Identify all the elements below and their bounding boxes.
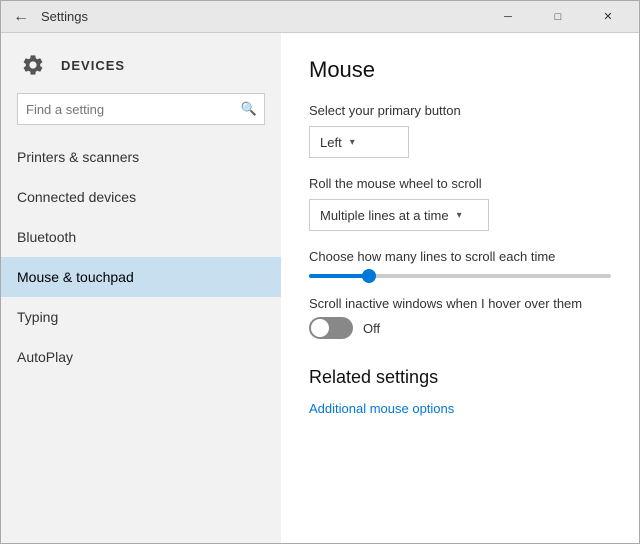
sidebar-header: DEVICES: [1, 33, 281, 93]
content-area: Mouse Select your primary button Left ▾ …: [281, 33, 639, 543]
primary-button-dropdown[interactable]: Left ▾: [309, 126, 409, 158]
search-container: 🔍: [17, 93, 265, 125]
sidebar: DEVICES 🔍 Printers & scannersConnected d…: [1, 33, 281, 543]
page-title: Mouse: [309, 57, 611, 83]
slider-track: [309, 274, 611, 278]
back-button[interactable]: ←: [9, 5, 33, 29]
titlebar: ← Settings ─ □ ✕: [1, 1, 639, 33]
window-controls: ─ □ ✕: [485, 1, 631, 33]
additional-mouse-options-link[interactable]: Additional mouse options: [309, 401, 454, 416]
toggle-row: Off: [309, 317, 611, 339]
toggle-state-label: Off: [363, 321, 380, 336]
window-title: Settings: [41, 9, 485, 24]
sidebar-item-connected[interactable]: Connected devices: [1, 177, 281, 217]
slider-thumb[interactable]: [362, 269, 376, 283]
sidebar-item-printers[interactable]: Printers & scanners: [1, 137, 281, 177]
search-input[interactable]: [17, 93, 265, 125]
toggle-knob: [311, 319, 329, 337]
sidebar-item-autoplay[interactable]: AutoPlay: [1, 337, 281, 377]
chevron-down-icon-2: ▾: [457, 210, 462, 221]
scroll-wheel-dropdown[interactable]: Multiple lines at a time ▾: [309, 199, 489, 231]
sidebar-item-typing[interactable]: Typing: [1, 297, 281, 337]
sidebar-item-mouse[interactable]: Mouse & touchpad: [1, 257, 281, 297]
scroll-lines-slider-container: [309, 274, 611, 278]
slider-fill: [309, 274, 369, 278]
inactive-scroll-label: Scroll inactive windows when I hover ove…: [309, 296, 611, 311]
close-button[interactable]: ✕: [585, 1, 631, 33]
scroll-wheel-label: Roll the mouse wheel to scroll: [309, 176, 611, 191]
nav-list: Printers & scannersConnected devicesBlue…: [1, 137, 281, 377]
minimize-button[interactable]: ─: [485, 1, 531, 33]
search-icon: 🔍: [241, 101, 257, 117]
maximize-button[interactable]: □: [535, 1, 581, 33]
inactive-scroll-toggle[interactable]: [309, 317, 353, 339]
related-settings-title: Related settings: [309, 367, 611, 388]
main-layout: DEVICES 🔍 Printers & scannersConnected d…: [1, 33, 639, 543]
sidebar-item-bluetooth[interactable]: Bluetooth: [1, 217, 281, 257]
chevron-down-icon: ▾: [350, 137, 355, 148]
primary-button-label: Select your primary button: [309, 103, 611, 118]
devices-icon: [17, 49, 49, 81]
scroll-wheel-value: Multiple lines at a time: [320, 208, 449, 223]
primary-button-value: Left: [320, 135, 342, 150]
scroll-lines-label: Choose how many lines to scroll each tim…: [309, 249, 611, 264]
sidebar-section-title: DEVICES: [61, 58, 125, 73]
